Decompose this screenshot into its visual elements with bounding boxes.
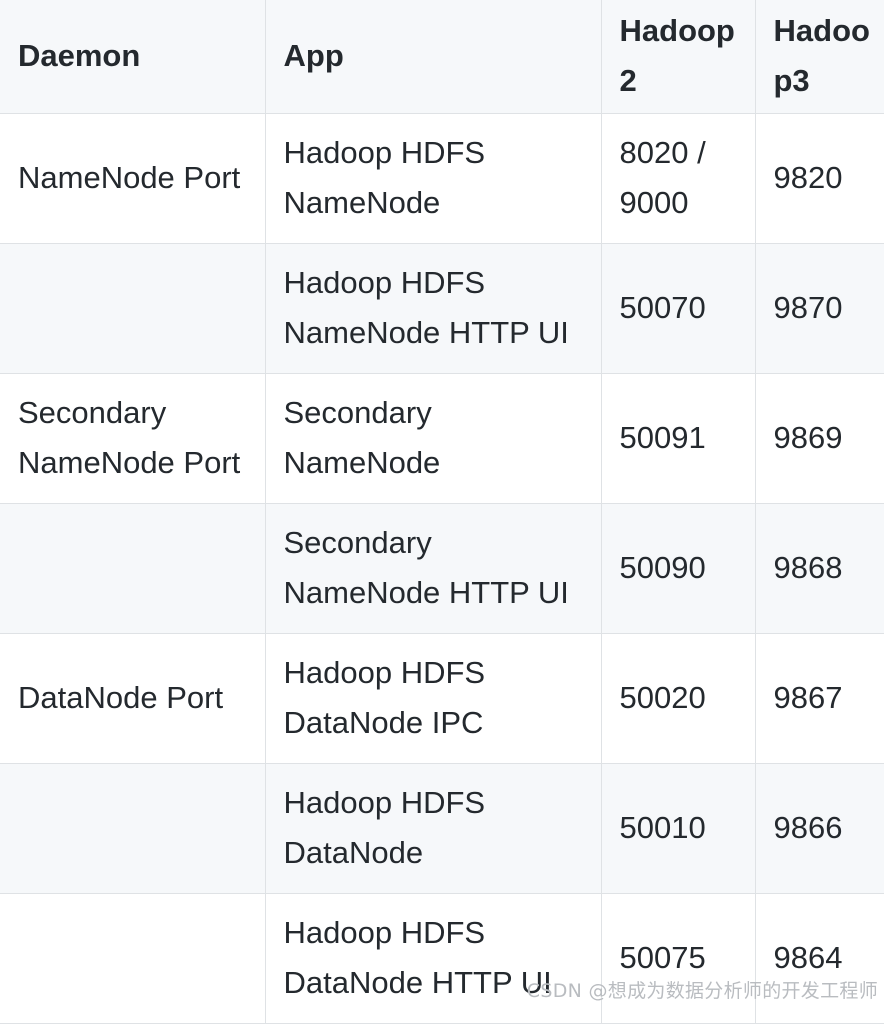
table-row: Hadoop HDFS NameNode HTTP UI 50070 9870 (0, 243, 884, 374)
cell-app: Secondary NameNode HTTP UI (265, 503, 602, 634)
cell-app: Hadoop HDFS DataNode HTTP UI (265, 893, 602, 1024)
table-header-row: Daemon App Hadoop2 Hadoop3 (0, 0, 884, 114)
table-header: Daemon App Hadoop2 Hadoop3 (0, 0, 884, 114)
cell-hadoop2: 50010 (601, 763, 756, 894)
cell-hadoop3: 9869 (755, 373, 884, 504)
table-row: DataNode Port Hadoop HDFS DataNode IPC 5… (0, 633, 884, 764)
table-row: Secondary NameNode HTTP UI 50090 9868 (0, 503, 884, 634)
cell-daemon (0, 893, 266, 1024)
cell-app: Secondary NameNode (265, 373, 602, 504)
cell-daemon: DataNode Port (0, 633, 266, 764)
cell-hadoop3: 9866 (755, 763, 884, 894)
column-header-app: App (265, 0, 602, 114)
table-body: NameNode Port Hadoop HDFS NameNode 8020 … (0, 113, 884, 1024)
cell-hadoop2: 50075 (601, 893, 756, 1024)
cell-app: Hadoop HDFS NameNode HTTP UI (265, 243, 602, 374)
column-header-daemon: Daemon (0, 0, 266, 114)
cell-hadoop3: 9864 (755, 893, 884, 1024)
cell-hadoop3: 9870 (755, 243, 884, 374)
column-header-hadoop2: Hadoop2 (601, 0, 756, 114)
cell-hadoop3: 9868 (755, 503, 884, 634)
cell-hadoop2: 50090 (601, 503, 756, 634)
table-row: Secondary NameNode Port Secondary NameNo… (0, 373, 884, 504)
cell-app: Hadoop HDFS DataNode (265, 763, 602, 894)
cell-hadoop3: 9820 (755, 113, 884, 244)
table-row: NameNode Port Hadoop HDFS NameNode 8020 … (0, 113, 884, 244)
port-mapping-table-container: Daemon App Hadoop2 Hadoop3 NameNode Port… (0, 0, 884, 1024)
cell-daemon (0, 763, 266, 894)
cell-hadoop3: 9867 (755, 633, 884, 764)
hadoop-port-mapping-table: Daemon App Hadoop2 Hadoop3 NameNode Port… (0, 0, 884, 1024)
cell-hadoop2: 50091 (601, 373, 756, 504)
cell-hadoop2: 8020 / 9000 (601, 113, 756, 244)
table-row: Hadoop HDFS DataNode 50010 9866 (0, 763, 884, 894)
table-row: Hadoop HDFS DataNode HTTP UI 50075 9864 (0, 893, 884, 1024)
cell-daemon (0, 503, 266, 634)
cell-daemon: Secondary NameNode Port (0, 373, 266, 504)
cell-app: Hadoop HDFS DataNode IPC (265, 633, 602, 764)
cell-app: Hadoop HDFS NameNode (265, 113, 602, 244)
column-header-hadoop3: Hadoop3 (755, 0, 884, 114)
cell-daemon (0, 243, 266, 374)
cell-hadoop2: 50020 (601, 633, 756, 764)
cell-daemon: NameNode Port (0, 113, 266, 244)
cell-hadoop2: 50070 (601, 243, 756, 374)
